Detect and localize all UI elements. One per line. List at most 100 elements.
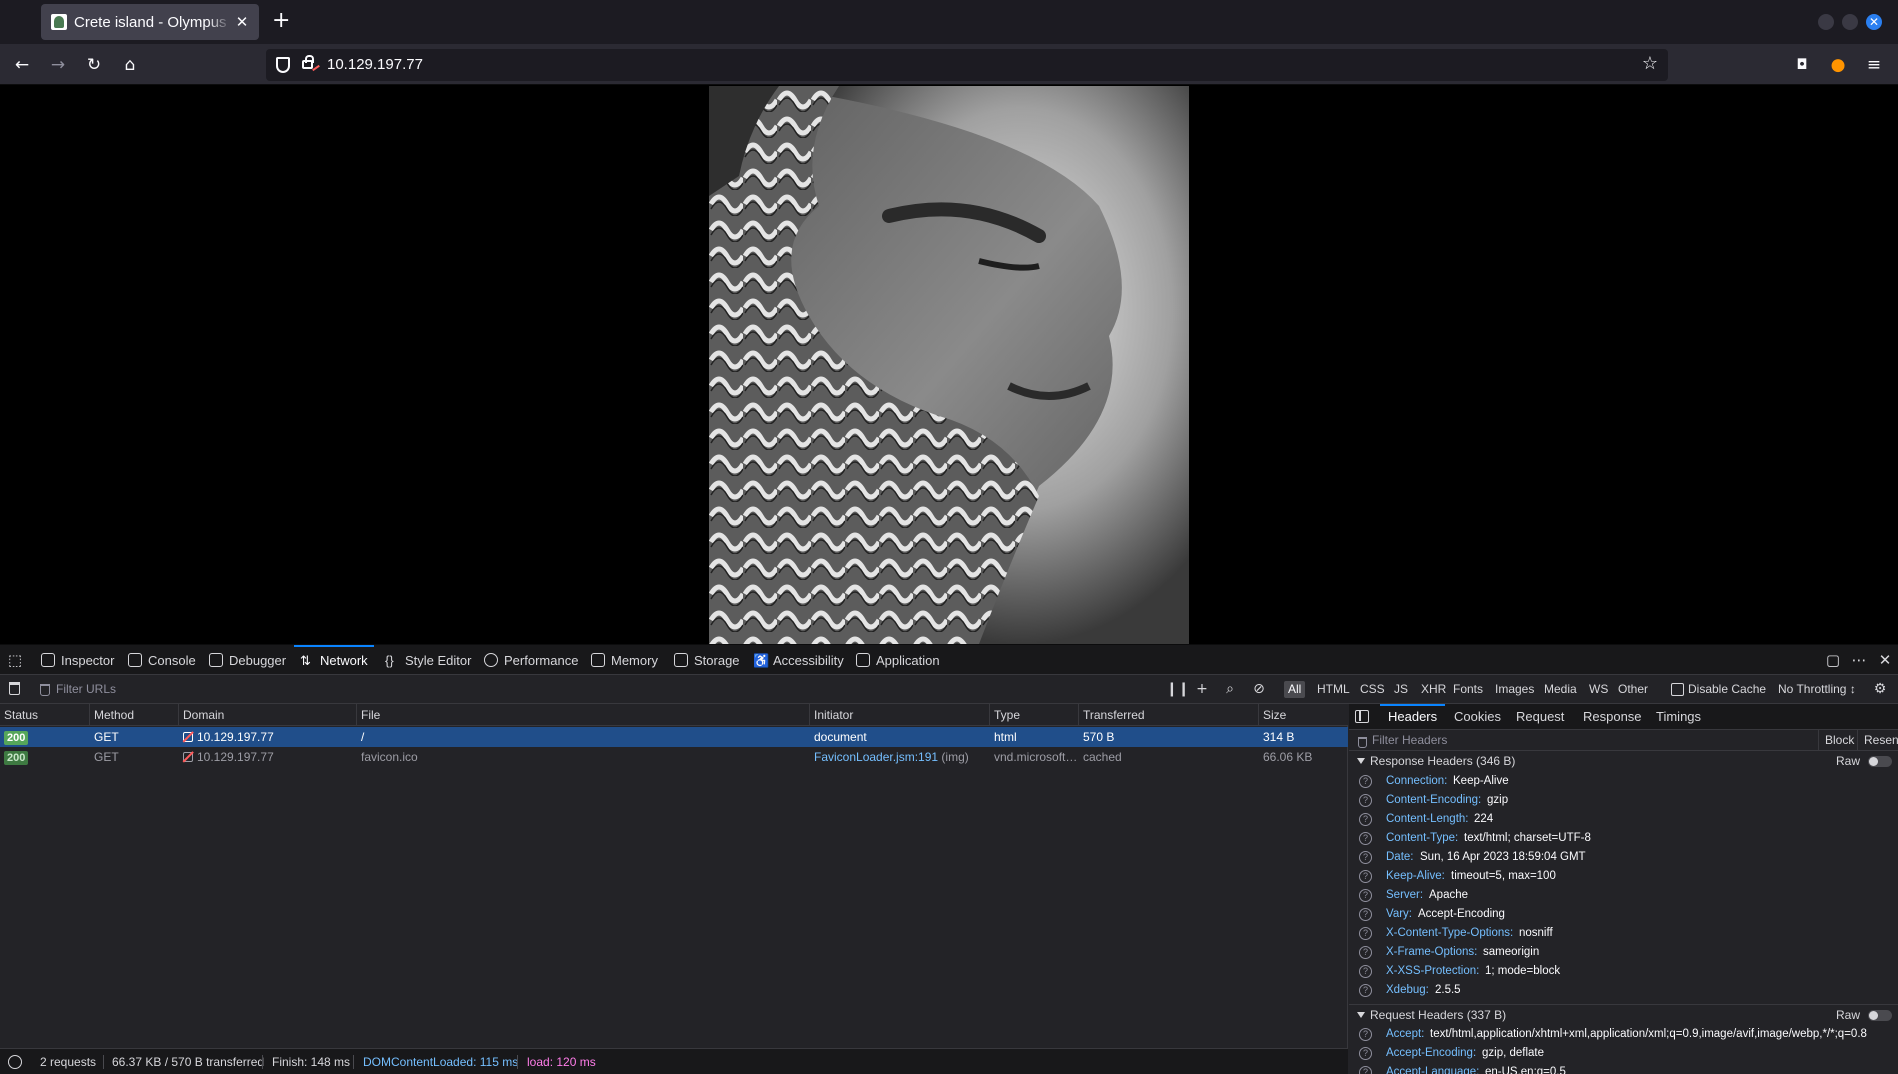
tab-accessibility[interactable]: ♿ Accessibility bbox=[753, 645, 844, 675]
column-domain[interactable]: Domain bbox=[179, 704, 357, 726]
forward-icon[interactable]: → bbox=[45, 52, 71, 78]
filter-media[interactable]: Media bbox=[1540, 681, 1581, 698]
column-file[interactable]: File bbox=[357, 704, 810, 726]
header-row[interactable]: ? Accept: text/html,application/xhtml+xml,… bbox=[1349, 1025, 1898, 1044]
help-icon[interactable]: ? bbox=[1359, 889, 1372, 902]
search-icon[interactable]: ⌕ bbox=[1222, 681, 1238, 697]
header-row[interactable]: ? Content-Length: 224 bbox=[1349, 810, 1898, 829]
help-icon[interactable]: ? bbox=[1359, 1066, 1372, 1074]
help-icon[interactable]: ? bbox=[1359, 794, 1372, 807]
block-button[interactable]: Block bbox=[1818, 730, 1860, 751]
close-tab-icon[interactable]: ✕ bbox=[235, 13, 249, 31]
response-headers-section[interactable]: Response Headers (346 B) Raw bbox=[1349, 751, 1898, 771]
header-row[interactable]: ? X-Frame-Options: sameorigin bbox=[1349, 943, 1898, 962]
dock-side-icon[interactable]: ▢ bbox=[1824, 651, 1842, 669]
url-bar[interactable]: 10.129.197.77 ☆ bbox=[266, 49, 1668, 81]
header-row[interactable]: ? Keep-Alive: timeout=5, max=100 bbox=[1349, 867, 1898, 886]
header-row[interactable]: ? Content-Type: text/html; charset=UTF-8 bbox=[1349, 829, 1898, 848]
tab-timings[interactable]: Timings bbox=[1656, 704, 1701, 730]
filter-fonts[interactable]: Fonts bbox=[1449, 681, 1487, 698]
column-transferred[interactable]: Transferred bbox=[1079, 704, 1259, 726]
header-row[interactable]: ? Accept-Encoding: gzip, deflate bbox=[1349, 1044, 1898, 1063]
filter-css[interactable]: CSS bbox=[1356, 681, 1389, 698]
add-request-icon[interactable]: + bbox=[1194, 681, 1210, 697]
raw-toggle[interactable] bbox=[1868, 756, 1892, 767]
help-icon[interactable]: ? bbox=[1359, 832, 1372, 845]
maximize-window-icon[interactable] bbox=[1842, 14, 1858, 30]
performance-analysis-icon[interactable] bbox=[8, 1055, 22, 1069]
pocket-icon[interactable]: ◘ bbox=[1789, 52, 1815, 78]
filter-html[interactable]: HTML bbox=[1313, 681, 1354, 698]
help-icon[interactable]: ? bbox=[1359, 1028, 1372, 1041]
url-text[interactable]: 10.129.197.77 bbox=[327, 56, 423, 73]
filter-ws[interactable]: WS bbox=[1585, 681, 1612, 698]
new-tab-icon[interactable]: + bbox=[272, 10, 290, 32]
filter-images[interactable]: Images bbox=[1491, 681, 1538, 698]
help-icon[interactable]: ? bbox=[1359, 1047, 1372, 1060]
header-row[interactable]: ? Xdebug: 2.5.5 bbox=[1349, 981, 1898, 1000]
column-status[interactable]: Status bbox=[0, 704, 90, 726]
browser-tab[interactable]: Crete island - Olympus HTB ✕ bbox=[41, 4, 259, 40]
tab-inspector[interactable]: Inspector bbox=[41, 645, 114, 675]
header-row[interactable]: ? Accept-Language: en-US,en;q=0.5 bbox=[1349, 1063, 1898, 1074]
back-icon[interactable]: ← bbox=[9, 52, 35, 78]
header-row[interactable]: ? Date: Sun, 16 Apr 2023 18:59:04 GMT bbox=[1349, 848, 1898, 867]
filter-headers-input[interactable]: Filter Headers Block Resend bbox=[1349, 730, 1898, 751]
toggle-panel-icon[interactable] bbox=[1355, 710, 1369, 723]
table-row[interactable]: 200 GET 10.129.197.77 favicon.ico Favico… bbox=[0, 747, 1348, 767]
column-size[interactable]: Size bbox=[1259, 704, 1348, 726]
initiator-link[interactable]: FaviconLoader.jsm:191 bbox=[814, 750, 938, 764]
pause-icon[interactable]: ❙❙ bbox=[1166, 681, 1189, 697]
tab-memory[interactable]: Memory bbox=[591, 645, 658, 675]
help-icon[interactable]: ? bbox=[1359, 870, 1372, 883]
help-icon[interactable]: ? bbox=[1359, 927, 1372, 940]
clear-requests-icon[interactable] bbox=[9, 682, 20, 695]
tracking-protection-shield-icon[interactable] bbox=[276, 57, 290, 73]
column-type[interactable]: Type bbox=[990, 704, 1079, 726]
help-icon[interactable]: ? bbox=[1359, 813, 1372, 826]
tab-cookies[interactable]: Cookies bbox=[1454, 704, 1501, 730]
bookmark-star-icon[interactable]: ☆ bbox=[1642, 53, 1658, 74]
filter-xhr[interactable]: XHR bbox=[1417, 681, 1450, 698]
help-icon[interactable]: ? bbox=[1359, 965, 1372, 978]
throttling-select[interactable]: No Throttling ↕ bbox=[1778, 681, 1856, 698]
header-row[interactable]: ? Connection: Keep-Alive bbox=[1349, 772, 1898, 791]
tab-response[interactable]: Response bbox=[1583, 704, 1642, 730]
tab-network[interactable]: ⇅ Network bbox=[294, 645, 374, 675]
close-window-icon[interactable]: ✕ bbox=[1866, 14, 1882, 30]
close-devtools-icon[interactable]: ✕ bbox=[1876, 651, 1894, 669]
network-settings-gear-icon[interactable]: ⚙ bbox=[1872, 681, 1888, 697]
app-menu-icon[interactable]: ≡ bbox=[1861, 52, 1887, 78]
help-icon[interactable]: ? bbox=[1359, 984, 1372, 997]
insecure-lock-icon[interactable] bbox=[302, 55, 314, 69]
filter-all[interactable]: All bbox=[1284, 681, 1306, 698]
more-options-icon[interactable]: ⋯ bbox=[1850, 651, 1868, 669]
tab-application[interactable]: Application bbox=[856, 645, 940, 675]
raw-toggle[interactable] bbox=[1868, 1010, 1892, 1021]
help-icon[interactable]: ? bbox=[1359, 908, 1372, 921]
help-icon[interactable]: ? bbox=[1359, 775, 1372, 788]
table-row[interactable]: 200 GET 10.129.197.77 / document html 57… bbox=[0, 727, 1348, 747]
firefox-account-icon[interactable]: ● bbox=[1825, 52, 1851, 78]
disable-cache-checkbox[interactable]: Disable Cache bbox=[1671, 681, 1766, 698]
header-row[interactable]: ? Content-Encoding: gzip bbox=[1349, 791, 1898, 810]
header-row[interactable]: ? Vary: Accept-Encoding bbox=[1349, 905, 1898, 924]
tab-storage[interactable]: Storage bbox=[674, 645, 740, 675]
resend-button[interactable]: Resend bbox=[1857, 730, 1898, 751]
block-requests-icon[interactable]: ⊘ bbox=[1251, 681, 1267, 697]
reload-icon[interactable]: ↻ bbox=[81, 52, 107, 78]
element-picker-icon[interactable]: ⬚ bbox=[6, 651, 24, 669]
column-initiator[interactable]: Initiator bbox=[810, 704, 990, 726]
minimize-window-icon[interactable] bbox=[1818, 14, 1834, 30]
filter-urls-input[interactable]: Filter URLs bbox=[38, 679, 1148, 700]
help-icon[interactable]: ? bbox=[1359, 851, 1372, 864]
header-row[interactable]: ? X-Content-Type-Options: nosniff bbox=[1349, 924, 1898, 943]
home-icon[interactable]: ⌂ bbox=[117, 52, 143, 78]
tab-console[interactable]: Console bbox=[128, 645, 196, 675]
header-row[interactable]: ? Server: Apache bbox=[1349, 886, 1898, 905]
tab-headers[interactable]: Headers bbox=[1379, 704, 1446, 730]
column-method[interactable]: Method bbox=[90, 704, 179, 726]
filter-other[interactable]: Other bbox=[1614, 681, 1652, 698]
tab-style-editor[interactable]: {} Style Editor bbox=[385, 645, 471, 675]
request-headers-section[interactable]: Request Headers (337 B) Raw bbox=[1349, 1004, 1898, 1024]
